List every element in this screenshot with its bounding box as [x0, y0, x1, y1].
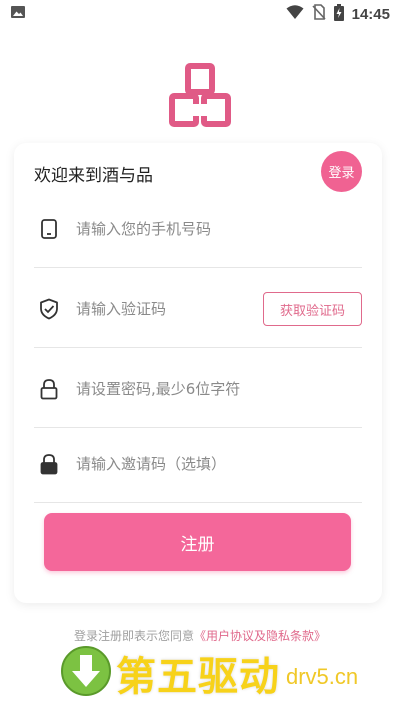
watermark-text: 第五驱动 [116, 654, 280, 700]
watermark-domain: drv5.cn [286, 664, 359, 689]
battery-charging-icon [333, 3, 344, 25]
agreement-link[interactable]: 《用户协议及隐私条款》 [194, 629, 326, 643]
watermark: 第五驱动 drv5.cn [60, 643, 358, 703]
status-time: 14:45 [351, 5, 390, 23]
welcome-title: 欢迎来到酒与品 [34, 166, 153, 186]
no-sim-icon [312, 4, 326, 24]
register-button[interactable]: 注册 [44, 513, 351, 571]
image-icon [10, 4, 26, 24]
agreement-prefix: 登录注册即表示您同意 [73, 629, 194, 643]
brand-logo-icon [168, 62, 232, 128]
code-input[interactable]: 请输入验证码 [76, 298, 166, 319]
download-arrow-icon [60, 645, 112, 701]
shield-check-icon [38, 298, 60, 320]
status-bar: 14:45 [0, 0, 400, 28]
agreement-text: 登录注册即表示您同意《用户协议及隐私条款》 [0, 627, 400, 644]
password-input[interactable]: 请设置密码,最少6位字符 [76, 378, 240, 399]
lock-icon [38, 378, 60, 400]
wifi-icon [286, 4, 304, 24]
lock-icon [38, 453, 60, 475]
invite-field[interactable]: 请输入邀请码（选填） [34, 425, 362, 503]
login-button[interactable]: 登录 [321, 151, 362, 192]
get-code-button[interactable]: 获取验证码 [263, 292, 362, 326]
register-card: 欢迎来到酒与品 登录 请输入您的手机号码 请输入验证码 获取验证码 请设置密码,… [14, 143, 382, 603]
phone-field[interactable]: 请输入您的手机号码 [34, 190, 362, 268]
password-field[interactable]: 请设置密码,最少6位字符 [34, 350, 362, 428]
phone-icon [38, 218, 60, 240]
code-field[interactable]: 请输入验证码 获取验证码 [34, 270, 362, 348]
phone-input[interactable]: 请输入您的手机号码 [76, 218, 211, 239]
invite-input[interactable]: 请输入邀请码（选填） [76, 453, 226, 474]
